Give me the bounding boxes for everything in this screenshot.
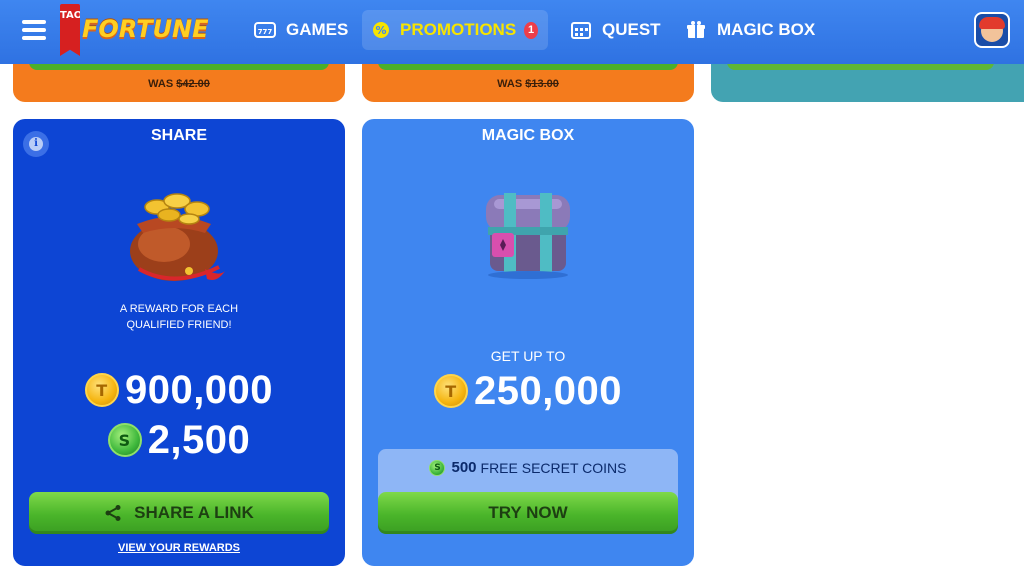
share-description: A REWARD FOR EACH QUALIFIED FRIEND! bbox=[13, 301, 345, 333]
magic-box-card: MAGIC BOX GET UP TO T 250,000 S 500 FREE… bbox=[362, 119, 694, 566]
gold-coin-amount: T 250,000 bbox=[362, 367, 694, 415]
description-line: A REWARD FOR EACH bbox=[119, 303, 239, 315]
slot-machine-icon: 777 bbox=[254, 21, 276, 39]
svg-text:777: 777 bbox=[258, 28, 273, 36]
gold-coin-amount: T 900,000 bbox=[13, 366, 345, 414]
site-logo[interactable]: TAO FORTUNE bbox=[58, 4, 209, 56]
logo-letters: TAO bbox=[60, 10, 83, 21]
notification-badge: 1 bbox=[524, 21, 538, 39]
sweeps-coin-icon: S bbox=[429, 459, 446, 476]
was-price: WAS $42.00 bbox=[13, 78, 345, 90]
gold-amount-value: 900,000 bbox=[124, 367, 274, 412]
bonus-label: FREE SECRET COINS bbox=[480, 459, 627, 476]
nav-item-label: GAMES bbox=[286, 20, 349, 39]
card-title: SHARE bbox=[150, 127, 207, 144]
free-coins-line: S 500 FREE SECRET COINS bbox=[378, 459, 678, 476]
user-avatar[interactable] bbox=[974, 12, 1010, 48]
gold-amount-value: 250,000 bbox=[473, 368, 623, 413]
sweeps-coin-icon: S bbox=[107, 423, 142, 457]
get-up-to-label: GET UP TO bbox=[490, 348, 566, 364]
share-icon bbox=[105, 505, 121, 521]
button-label: SHARE A LINK bbox=[134, 503, 254, 522]
percent-icon: % bbox=[372, 21, 390, 39]
nav-item-games[interactable]: 777 GAMES bbox=[244, 10, 358, 50]
was-price: WAS $13.00 bbox=[362, 78, 694, 90]
bonus-amount: 500 bbox=[451, 459, 477, 476]
old-price: $13.00 bbox=[525, 78, 559, 90]
svg-text:%: % bbox=[375, 24, 386, 37]
description-line: QUALIFIED FRIEND! bbox=[126, 319, 232, 331]
share-link-button[interactable]: SHARE A LINK bbox=[29, 492, 329, 534]
gold-coin-icon: T bbox=[84, 373, 119, 407]
try-now-button[interactable]: TRY NOW bbox=[378, 492, 678, 534]
old-price: $42.00 bbox=[176, 78, 210, 90]
share-card: i SHARE A REWARD FOR EACH QUALIFIED FRIE… bbox=[13, 119, 345, 566]
sweeps-amount-value: 2,500 bbox=[147, 417, 251, 462]
nav-item-magic-box[interactable]: MAGIC BOX bbox=[675, 10, 825, 50]
calendar-icon bbox=[570, 21, 592, 39]
card-title: MAGIC BOX bbox=[481, 127, 575, 144]
avatar-hat bbox=[979, 17, 1005, 29]
sweeps-coin-amount: S 2,500 bbox=[13, 416, 345, 464]
nav-item-promotions[interactable]: % PROMOTIONS 1 bbox=[362, 10, 548, 50]
hamburger-menu-icon[interactable] bbox=[22, 20, 46, 40]
was-label: WAS bbox=[148, 78, 174, 90]
button-label: TRY NOW bbox=[488, 503, 568, 522]
treasure-chest-icon bbox=[486, 193, 570, 279]
logo-wordmark: FORTUNE bbox=[82, 15, 209, 43]
view-rewards-link[interactable]: VIEW YOUR REWARDS bbox=[13, 542, 345, 554]
nav-item-label: QUEST bbox=[602, 20, 661, 39]
nav-item-label: PROMOTIONS bbox=[400, 20, 517, 39]
logo-banner: TAO bbox=[60, 4, 80, 56]
nav-item-label: MAGIC BOX bbox=[717, 20, 816, 39]
nav-item-quest[interactable]: QUEST bbox=[560, 10, 671, 50]
coin-bag-icon bbox=[130, 193, 225, 281]
page: TAO FORTUNE 777 GAMES % PROMOTIONS 1 QUE… bbox=[0, 0, 1024, 575]
was-label: WAS bbox=[497, 78, 523, 90]
gift-box-icon bbox=[685, 21, 707, 39]
top-nav-bar: TAO FORTUNE 777 GAMES % PROMOTIONS 1 QUE… bbox=[0, 0, 1024, 64]
gold-coin-icon: T bbox=[433, 374, 468, 408]
